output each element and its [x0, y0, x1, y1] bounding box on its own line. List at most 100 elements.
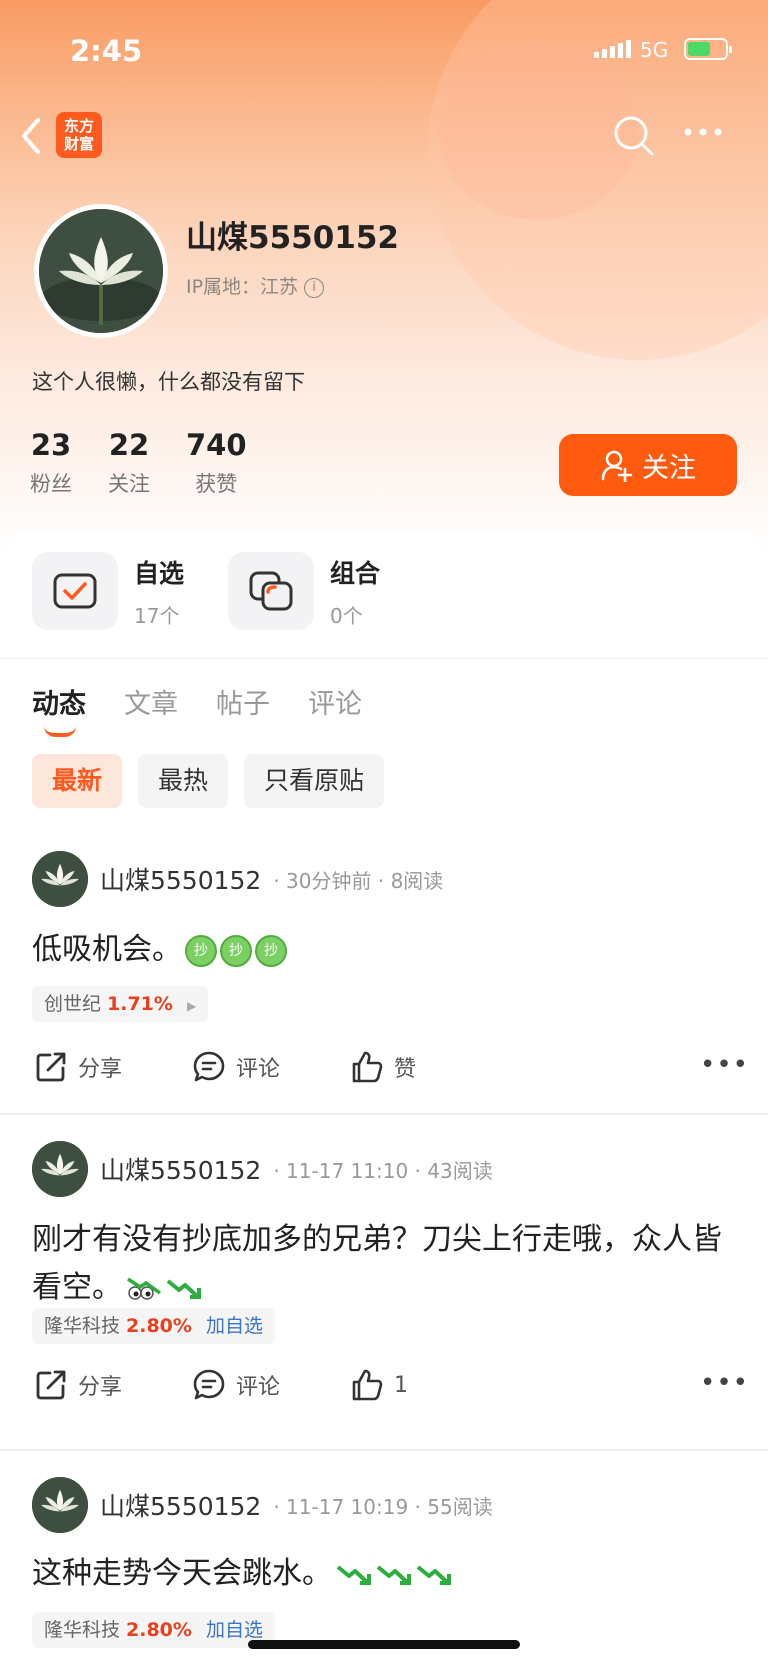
- stock-name: 隆华科技: [44, 1619, 121, 1641]
- play-arrow-icon: ▶: [186, 999, 197, 1013]
- thumbs-up-icon: [352, 1369, 383, 1401]
- watchlist-check-icon: [32, 552, 118, 630]
- stat-number: 22: [108, 428, 150, 462]
- logo-text-2: 财富: [63, 135, 94, 153]
- stock-tag[interactable]: 隆华科技 2.80% 加自选: [32, 1612, 275, 1648]
- like-button[interactable]: 1: [350, 1368, 408, 1402]
- add-watchlist-link[interactable]: 加自选: [206, 1315, 263, 1337]
- post-actions: 分享 评论 赞 •••: [34, 1050, 748, 1090]
- logo-text-1: 东方: [63, 117, 94, 135]
- stat-number: 740: [186, 428, 247, 462]
- stock-change: 2.80%: [126, 1619, 192, 1641]
- content-tabs: 动态 文章 帖子 评论: [32, 682, 362, 737]
- nav-bar: 东方 财富: [0, 108, 768, 164]
- post-meta: · 11-17 10:19 · 55阅读: [273, 1494, 493, 1519]
- comment-label: 评论: [236, 1375, 281, 1400]
- quick-title: 组合: [330, 558, 381, 588]
- tab-dynamics[interactable]: 动态: [32, 682, 86, 737]
- battery-icon: [684, 38, 732, 60]
- stock-change: 2.80%: [126, 1315, 192, 1337]
- ip-location-text: IP属地：江苏: [186, 276, 299, 298]
- avatar[interactable]: [32, 851, 88, 907]
- profile-username: 山煤5550152: [186, 220, 399, 256]
- emoji-chao-icon: 抄: [185, 934, 217, 967]
- like-count: 1: [394, 1372, 408, 1398]
- share-button[interactable]: 分享: [34, 1050, 122, 1084]
- post-actions: 分享 评论 1 •••: [34, 1368, 748, 1408]
- share-button[interactable]: 分享: [34, 1368, 122, 1402]
- post-author[interactable]: 山煤5550152: [100, 861, 261, 897]
- profile-avatar[interactable]: [34, 204, 168, 338]
- profile-stats: 23 粉丝 22 关注 740 获赞: [30, 428, 283, 498]
- post-more-icon[interactable]: •••: [700, 1050, 749, 1080]
- post-meta: · 11-17 11:10 · 43阅读: [273, 1158, 493, 1183]
- status-bar: 2:45 5G: [0, 28, 768, 72]
- divider: [0, 658, 768, 659]
- stat-likes: 740 获赞: [186, 428, 247, 498]
- post-content[interactable]: 刚才有没有抄底加多的兄弟？刀尖上行走哦，众人皆看空。: [32, 1216, 742, 1312]
- stat-label: 关注: [108, 472, 150, 496]
- post-text: 低吸机会。: [32, 932, 182, 967]
- falling-arrow-icon: [166, 1278, 201, 1299]
- status-time: 2:45: [70, 34, 143, 68]
- filter-latest[interactable]: 最新: [32, 754, 123, 808]
- more-menu-icon[interactable]: [683, 118, 727, 148]
- quick-title: 自选: [134, 558, 185, 588]
- thumbs-up-icon: [352, 1051, 383, 1083]
- info-icon[interactable]: i: [304, 277, 325, 298]
- profile-bio: 这个人很懒，什么都没有留下: [32, 370, 305, 394]
- filter-original-only[interactable]: 只看原贴: [244, 754, 385, 808]
- back-chevron-icon[interactable]: [18, 116, 54, 156]
- post-content[interactable]: 低吸机会。抄抄抄: [32, 926, 742, 974]
- comment-label: 评论: [236, 1057, 281, 1082]
- comment-button[interactable]: 评论: [192, 1368, 280, 1402]
- post-author[interactable]: 山煤5550152: [100, 1487, 261, 1523]
- emoji-chao-icon: 抄: [220, 934, 252, 967]
- app-logo: 东方 财富: [56, 112, 102, 158]
- quick-links: 自选 17个 组合 0个: [32, 552, 380, 630]
- add-user-icon: [601, 450, 633, 482]
- falling-arrow-icon: [416, 1564, 451, 1585]
- tab-posts[interactable]: 帖子: [216, 682, 270, 721]
- quick-watchlist[interactable]: 自选 17个: [32, 552, 184, 630]
- home-indicator[interactable]: [248, 1640, 520, 1649]
- falling-arrow-icon: [376, 1564, 411, 1585]
- stock-tag[interactable]: 创世纪 1.71% ▶: [32, 986, 209, 1022]
- divider: [0, 1449, 768, 1451]
- follow-button[interactable]: 关注: [559, 434, 737, 496]
- post-meta: · 30分钟前 · 8阅读: [273, 868, 444, 893]
- stat-following[interactable]: 22 关注: [108, 428, 150, 498]
- eyes-down-emoji-icon: [127, 1277, 162, 1300]
- avatar[interactable]: [32, 1477, 88, 1533]
- post-text: 这种走势今天会跳水。: [32, 1556, 332, 1591]
- share-icon: [36, 1370, 66, 1400]
- add-watchlist-link[interactable]: 加自选: [206, 1619, 263, 1641]
- post-author[interactable]: 山煤5550152: [100, 1151, 261, 1187]
- divider: [0, 1113, 768, 1115]
- filter-hottest[interactable]: 最热: [138, 754, 229, 808]
- like-button[interactable]: 赞: [350, 1050, 416, 1084]
- quick-sub: 17个: [134, 603, 180, 628]
- falling-arrow-icon: [336, 1564, 371, 1585]
- quick-portfolio[interactable]: 组合 0个: [228, 552, 380, 630]
- tab-articles[interactable]: 文章: [124, 682, 178, 721]
- stock-name: 创世纪: [44, 993, 102, 1015]
- comment-button[interactable]: 评论: [192, 1050, 280, 1084]
- network-type: 5G: [640, 38, 669, 62]
- stat-label: 粉丝: [30, 472, 72, 496]
- stock-change: 1.71%: [107, 993, 173, 1015]
- filter-chips: 最新 最热 只看原贴: [32, 754, 385, 808]
- post-header: 山煤5550152 · 30分钟前 · 8阅读: [32, 850, 443, 908]
- comment-icon: [193, 1051, 225, 1082]
- search-icon[interactable]: [612, 114, 656, 158]
- avatar[interactable]: [32, 1141, 88, 1197]
- stock-tag[interactable]: 隆华科技 2.80% 加自选: [32, 1308, 275, 1344]
- stat-label: 获赞: [195, 472, 238, 496]
- stat-fans[interactable]: 23 粉丝: [30, 428, 72, 498]
- ip-location: IP属地：江苏 i: [186, 272, 325, 299]
- post-content[interactable]: 这种走势今天会跳水。: [32, 1550, 742, 1598]
- quick-sub: 0个: [330, 603, 363, 628]
- post-more-icon[interactable]: •••: [700, 1368, 749, 1398]
- share-icon: [36, 1052, 66, 1082]
- tab-comments[interactable]: 评论: [308, 682, 362, 721]
